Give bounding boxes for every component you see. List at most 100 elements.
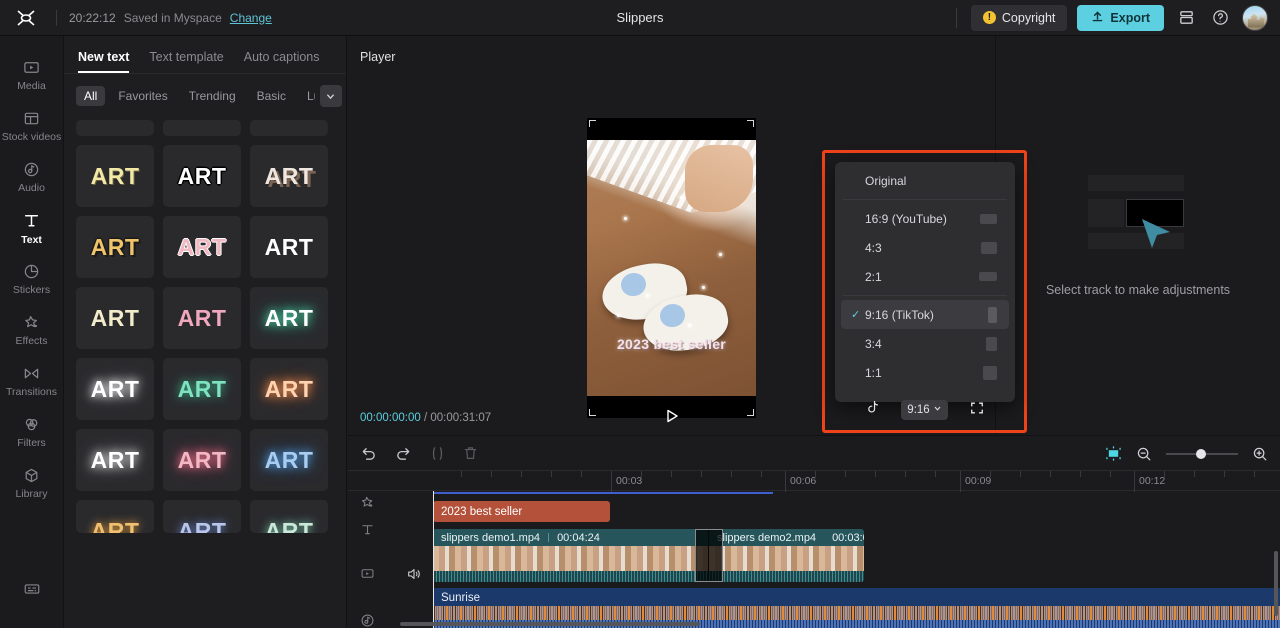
sticker-track-icon (360, 495, 375, 515)
sidebar-item-stickers[interactable]: Stickers (0, 254, 64, 305)
split-button[interactable] (430, 445, 445, 462)
chip-favorites[interactable]: Favorites (110, 86, 175, 106)
ratio-selector-button[interactable]: 9:16 (901, 400, 948, 420)
stock-videos-icon (23, 110, 40, 127)
video-preview[interactable]: 2023 best seller (587, 118, 756, 418)
ratio-label: 3:4 (865, 336, 882, 351)
style-sample: ART (90, 233, 140, 260)
crop-handle-tr[interactable] (747, 120, 754, 127)
sidebar-item-label: Effects (15, 335, 48, 347)
sidebar-item-filters[interactable]: Filters (0, 407, 64, 458)
zoom-slider-knob[interactable] (1196, 448, 1206, 459)
ratio-option-4-3[interactable]: 4:3 (841, 233, 1009, 262)
ratio-option-16-9[interactable]: 16:9 (YouTube) (841, 204, 1009, 233)
change-workspace-link[interactable]: Change (230, 11, 272, 25)
text-style-cell[interactable]: ART (163, 145, 241, 207)
text-style-cell[interactable]: ART (76, 145, 154, 207)
text-style-cell[interactable]: ART (163, 500, 241, 533)
speaker-icon[interactable] (406, 566, 422, 587)
style-sample: ART (264, 162, 314, 189)
style-sample: ART (90, 446, 140, 473)
properties-panel: Select track to make adjustments (996, 36, 1280, 436)
copyright-button[interactable]: ! Copyright (970, 4, 1068, 31)
zoom-slider[interactable] (1166, 448, 1238, 459)
timeline-ruler[interactable]: 00:03 00:06 00:09 00:12 (348, 470, 1280, 492)
text-style-cell[interactable]: ART (76, 216, 154, 278)
crop-handle-tl[interactable] (589, 120, 596, 127)
ratio-option-2-1[interactable]: 2:1 (841, 262, 1009, 291)
hand (685, 145, 753, 212)
chevron-down-icon[interactable] (319, 85, 342, 107)
fullscreen-icon[interactable] (970, 401, 984, 420)
zoom-out-icon[interactable] (1136, 446, 1152, 462)
timeline-vertical-scrollbar[interactable] (1274, 551, 1278, 616)
video-clip-name: slippers demo1.mp4 (441, 531, 541, 544)
text-style-cell[interactable]: ART (250, 358, 328, 420)
timeline-zoom-controls (1105, 446, 1268, 462)
sidebar-item-audio[interactable]: Audio (0, 152, 64, 203)
sidebar-item-text[interactable]: Text (0, 203, 64, 254)
export-label: Export (1110, 10, 1150, 25)
text-style-cell[interactable] (250, 120, 328, 136)
video-clip-header: slippers demo1.mp4 00:04:24 (433, 529, 708, 546)
text-clip[interactable]: 2023 best seller (433, 501, 610, 522)
play-icon[interactable] (664, 408, 679, 429)
layout-icon[interactable] (1174, 6, 1198, 30)
tab-text-template[interactable]: Text template (149, 50, 223, 73)
capcut-logo-icon[interactable] (0, 9, 52, 27)
text-style-cell[interactable]: ART (250, 500, 328, 533)
chip-luminous[interactable]: Lu (299, 86, 315, 106)
text-style-cell[interactable]: ART (76, 500, 154, 533)
sidebar-item-media[interactable]: Media (0, 50, 64, 101)
tab-new-text[interactable]: New text (78, 50, 130, 73)
undo-button[interactable] (360, 445, 377, 462)
check-icon: ✓ (851, 309, 861, 321)
ratio-option-original[interactable]: Original (841, 166, 1009, 195)
text-style-cell[interactable]: ART (163, 287, 241, 349)
chip-basic[interactable]: Basic (249, 86, 294, 106)
chip-all[interactable]: All (76, 86, 106, 106)
text-style-cell[interactable]: ART (163, 429, 241, 491)
help-circle-icon[interactable] (1208, 6, 1232, 30)
text-style-cell[interactable]: ART (76, 358, 154, 420)
zoom-in-icon[interactable] (1252, 446, 1268, 462)
text-style-cell[interactable]: ART (76, 287, 154, 349)
playhead[interactable] (433, 491, 434, 628)
sidebar-item-library[interactable]: Library (0, 458, 64, 509)
tab-auto-captions[interactable]: Auto captions (244, 50, 320, 73)
sidebar-item-transitions[interactable]: Transitions (0, 356, 64, 407)
ratio-option-3-4[interactable]: 3:4 (841, 329, 1009, 358)
redo-button[interactable] (395, 445, 412, 462)
sidebar-item-captions[interactable] (0, 577, 64, 628)
style-sample: ART (177, 233, 227, 260)
text-style-cell[interactable]: ART (163, 358, 241, 420)
style-sample: ART (177, 518, 227, 533)
ratio-option-9-16[interactable]: ✓ 9:16 (TikTok) (841, 300, 1009, 329)
text-style-cell[interactable]: ART (250, 216, 328, 278)
text-style-cell[interactable]: ART (76, 429, 154, 491)
tabs-underline (64, 73, 346, 74)
text-style-cell[interactable]: ART (250, 145, 328, 207)
text-style-cell[interactable]: ART (163, 216, 241, 278)
text-style-cell[interactable] (163, 120, 241, 136)
video-clip-1[interactable]: slippers demo1.mp4 00:04:24 (433, 529, 708, 582)
text-style-cell[interactable] (76, 120, 154, 136)
ruler-label: 00:12 (1139, 475, 1166, 487)
export-button[interactable]: Export (1077, 4, 1164, 31)
save-time: 20:22:12 (69, 10, 116, 25)
clip-trim-handle[interactable] (695, 529, 723, 582)
text-style-cell[interactable]: ART (250, 429, 328, 491)
sidebar-item-stock-videos[interactable]: Stock videos (0, 101, 64, 152)
style-sample: ART (177, 162, 227, 189)
avatar[interactable] (1242, 4, 1268, 31)
delete-button[interactable] (463, 445, 478, 462)
timeline-horizontal-scrollbar[interactable] (400, 622, 700, 626)
text-style-cell[interactable]: ART (250, 287, 328, 349)
video-clip-2[interactable]: slippers demo2.mp4 00:03:03 (709, 529, 864, 582)
sidebar-item-effects[interactable]: Effects (0, 305, 64, 356)
fit-to-screen-icon[interactable] (1105, 446, 1122, 461)
chip-trending[interactable]: Trending (181, 86, 244, 106)
ratio-option-1-1[interactable]: 1:1 (841, 358, 1009, 387)
tiktok-icon[interactable] (866, 400, 879, 420)
ratio-label: 9:16 (TikTok) (865, 307, 934, 322)
